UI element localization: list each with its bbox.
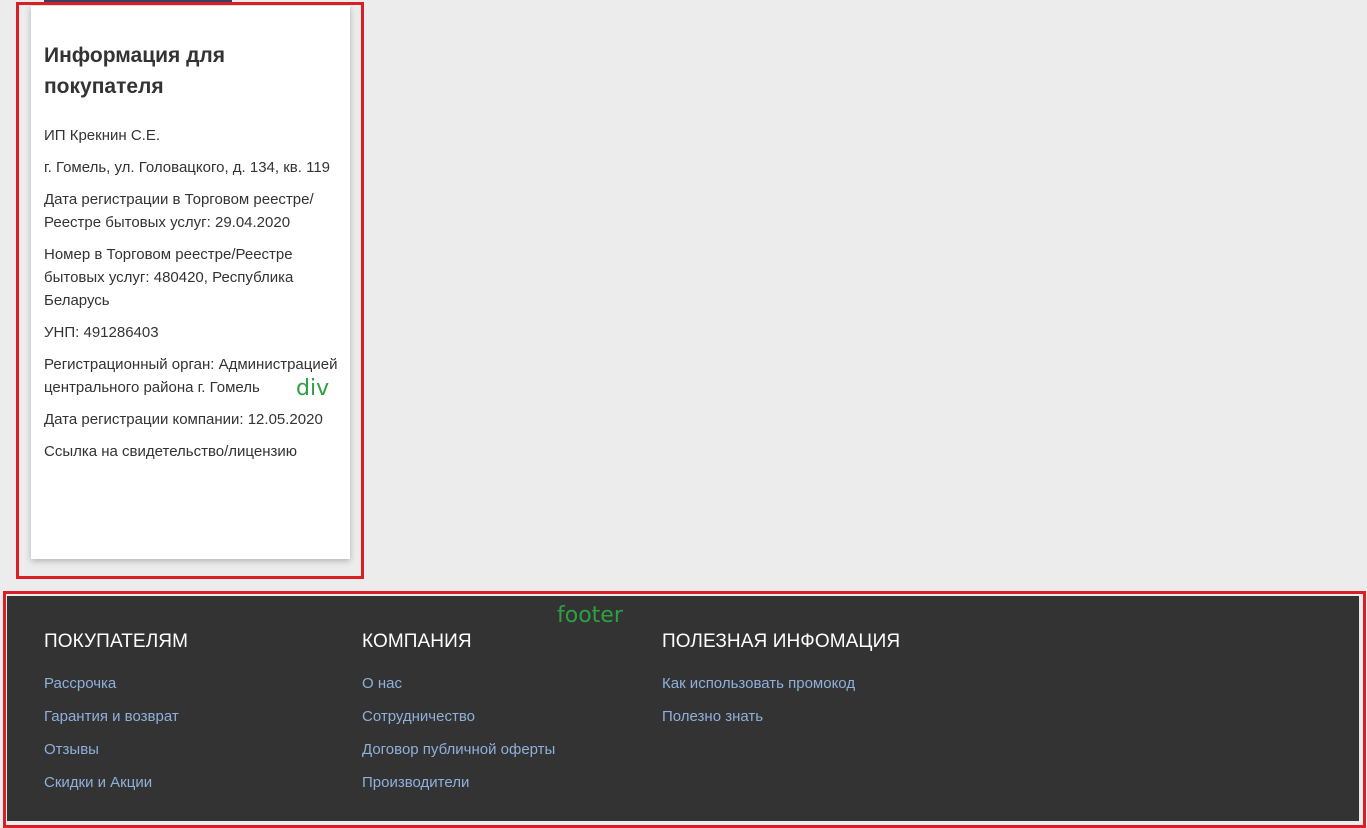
div-annotation-label: div [296,376,330,401]
footer-annotation-box [3,591,1366,828]
div-annotation-box [16,2,364,579]
footer-annotation-label: footer [557,603,623,628]
